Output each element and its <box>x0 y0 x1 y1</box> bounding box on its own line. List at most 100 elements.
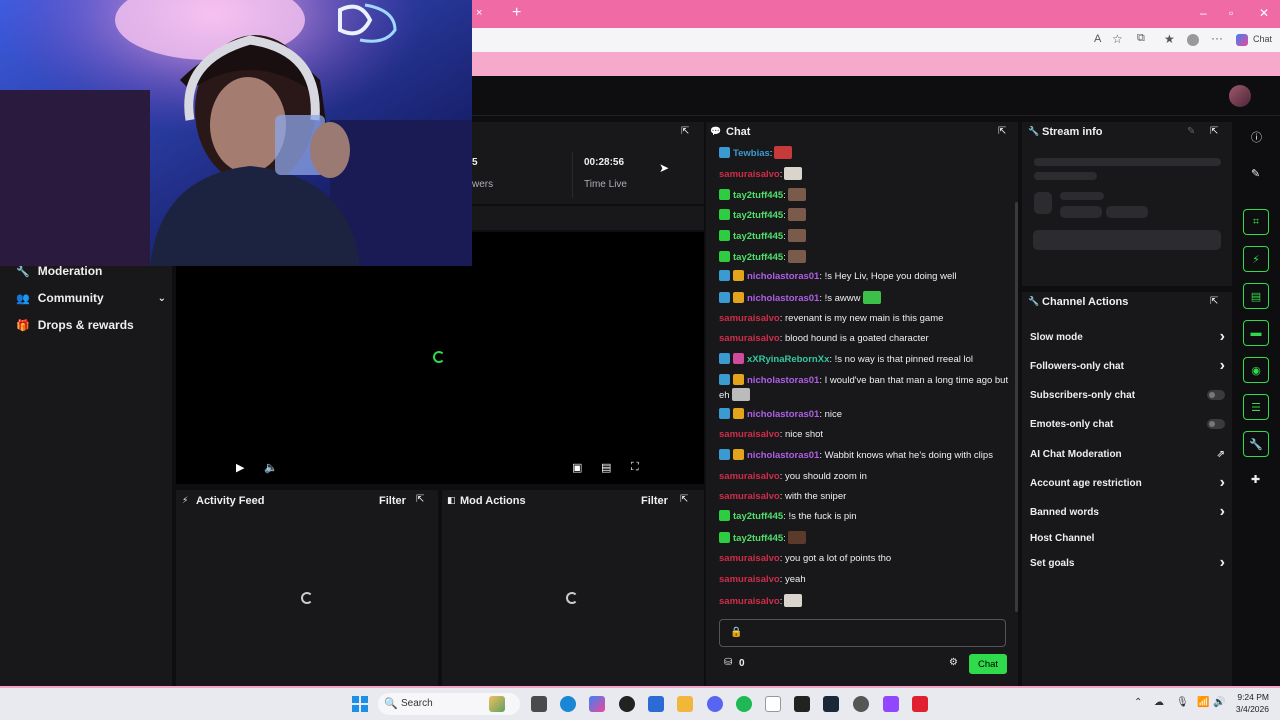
chat-username[interactable]: tay2tuff445 <box>733 231 783 242</box>
chat-scrollbar[interactable] <box>1015 202 1018 612</box>
read-aloud-icon[interactable]: A <box>1094 33 1101 45</box>
chat-emote[interactable] <box>787 208 806 221</box>
popout-icon[interactable]: ⇱ <box>681 126 689 137</box>
play-icon[interactable]: ▶ <box>236 461 244 474</box>
chat-badge-icon[interactable] <box>733 408 744 419</box>
wifi-icon[interactable]: 📶 <box>1197 697 1209 708</box>
chat-message[interactable]: samuraisalvo: <box>719 167 803 181</box>
chat-badge-icon[interactable] <box>733 292 744 303</box>
copilot-icon[interactable] <box>1236 34 1248 46</box>
show-hidden-icons-icon[interactable]: ⌃ <box>1134 697 1142 708</box>
toggle-switch[interactable] <box>1207 419 1225 429</box>
chat-username[interactable]: nicholastoras01 <box>747 409 819 420</box>
pip-icon[interactable]: ▣ <box>572 461 582 474</box>
profile-avatar-icon[interactable] <box>1187 34 1199 46</box>
clock-date[interactable]: 3/4/2026 <box>1230 704 1269 714</box>
new-tab-button[interactable]: + <box>512 4 521 22</box>
chat-badge-icon[interactable] <box>719 449 730 460</box>
chevron-right-icon[interactable]: › <box>1220 503 1225 521</box>
twitch-app-icon[interactable] <box>883 696 899 712</box>
speaker-icon[interactable]: 🔊 <box>1213 697 1225 708</box>
chat-message[interactable]: tay2tuff445: !s the fuck is pin <box>719 510 857 523</box>
copilot-app-icon[interactable] <box>589 696 605 712</box>
more-menu-icon[interactable]: ··· <box>1211 31 1223 45</box>
task-view-icon[interactable] <box>531 696 547 712</box>
chat-emote[interactable] <box>784 167 803 180</box>
chat-message[interactable]: xXRyinaRebornXx: !s no way is that pinne… <box>719 353 973 366</box>
adobe-icon[interactable] <box>912 696 928 712</box>
chat-username[interactable]: tay2tuff445 <box>733 190 783 201</box>
extensions-icon[interactable]: ⧉ <box>1137 32 1145 45</box>
user-avatar[interactable] <box>1229 85 1251 107</box>
chat-username[interactable]: xXRyinaRebornXx <box>747 354 829 365</box>
epic-games-icon[interactable] <box>794 696 810 712</box>
channel-action-item[interactable]: Followers-only chat › <box>1030 356 1225 376</box>
chat-message[interactable]: eh <box>719 388 750 402</box>
chat-username[interactable]: tay2tuff445 <box>733 210 783 221</box>
onedrive-icon[interactable]: ☁ <box>1154 697 1164 708</box>
chat-username[interactable]: samuraisalvo <box>719 471 780 482</box>
channel-action-item[interactable]: Account age restriction › <box>1030 473 1225 493</box>
chat-badge-icon[interactable] <box>733 374 744 385</box>
theatre-icon[interactable]: ▤ <box>601 461 611 474</box>
chat-emote[interactable] <box>787 188 806 201</box>
volume-icon[interactable]: 🔈 <box>264 461 278 474</box>
spotify-icon[interactable] <box>736 696 752 712</box>
chat-badge-icon[interactable] <box>733 270 744 281</box>
clock-time[interactable]: 9:24 PM <box>1235 692 1269 702</box>
mod-actions-filter-button[interactable]: Filter <box>641 495 668 507</box>
chat-message[interactable]: tay2tuff445: <box>719 229 806 243</box>
popout-icon[interactable]: ⇱ <box>998 126 1006 137</box>
chat-badge-icon[interactable] <box>719 353 730 364</box>
chat-emote[interactable] <box>774 146 793 159</box>
chat-badge-icon[interactable] <box>719 292 730 303</box>
window-close-button[interactable]: ✕ <box>1259 6 1269 20</box>
chat-message[interactable]: tay2tuff445: <box>719 250 806 264</box>
steam-icon[interactable] <box>823 696 839 712</box>
chat-message[interactable]: samuraisalvo: you got a lot of points th… <box>719 552 891 565</box>
chat-username[interactable]: samuraisalvo <box>719 574 780 585</box>
chat-badge-icon[interactable] <box>719 532 730 543</box>
chat-message[interactable]: nicholastoras01: !s awww <box>719 291 881 305</box>
chat-username[interactable]: nicholastoras01 <box>747 450 819 461</box>
chat-message[interactable]: nicholastoras01: !s Hey Liv, Hope you do… <box>719 270 956 283</box>
microphone-icon[interactable]: 🎙 <box>1176 697 1189 708</box>
fullscreen-icon[interactable]: ⛶ <box>631 461 639 474</box>
chevron-right-icon[interactable]: › <box>1220 474 1225 492</box>
chat-message[interactable]: tay2tuff445: <box>719 208 806 222</box>
channel-action-item[interactable]: Banned words › <box>1030 502 1225 522</box>
popout-icon[interactable]: ⇱ <box>1210 296 1218 307</box>
chat-emote[interactable] <box>787 250 806 263</box>
maximize-button[interactable]: ▫ <box>1229 6 1233 20</box>
chat-badge-icon[interactable] <box>719 408 730 419</box>
chat-username[interactable]: nicholastoras01 <box>747 375 819 386</box>
chat-username[interactable]: tay2tuff445 <box>733 511 783 522</box>
clip-icon[interactable]: ⌗ <box>1243 209 1269 235</box>
channel-action-item[interactable]: Emotes-only chat <box>1030 414 1225 434</box>
external-link-icon[interactable]: ⇗ <box>1217 449 1225 460</box>
chat-message[interactable]: samuraisalvo: blood hound is a goated ch… <box>719 332 929 345</box>
document-icon[interactable]: ▤ <box>1243 283 1269 309</box>
chat-emote[interactable] <box>787 229 806 242</box>
minimize-button[interactable]: – <box>1200 6 1207 20</box>
chat-message[interactable]: samuraisalvo: <box>719 594 803 608</box>
video-player[interactable]: ▶ 🔈 ▣ ▤ ⛶ <box>176 232 704 484</box>
chat-icon[interactable]: ▬ <box>1243 320 1269 346</box>
edit-pencil-icon[interactable]: ✎ <box>1187 126 1195 137</box>
pen-app-icon[interactable] <box>619 696 635 712</box>
chat-username[interactable]: samuraisalvo <box>719 491 780 502</box>
chat-message[interactable]: tay2tuff445: <box>719 531 806 545</box>
wrench-tool-icon[interactable]: 🔧 <box>1243 431 1269 457</box>
sidebar-item-drops-rewards[interactable]: 🎁 Drops & rewards <box>16 318 134 332</box>
settings-gear-icon[interactable]: ⚙ <box>949 657 958 668</box>
popout-icon[interactable]: ⇱ <box>416 494 424 505</box>
popout-icon[interactable]: ⇱ <box>1210 126 1218 137</box>
discord-icon[interactable] <box>707 696 723 712</box>
channel-action-item[interactable]: AI Chat Moderation ⇗ <box>1030 444 1225 464</box>
chat-emote[interactable] <box>787 531 806 544</box>
chat-username[interactable]: nicholastoras01 <box>747 271 819 282</box>
notepad-icon[interactable] <box>765 696 781 712</box>
chat-badge-icon[interactable] <box>733 353 744 364</box>
lightning-icon[interactable]: ⚡ <box>1243 246 1269 272</box>
chevron-right-icon[interactable]: › <box>1220 328 1225 346</box>
